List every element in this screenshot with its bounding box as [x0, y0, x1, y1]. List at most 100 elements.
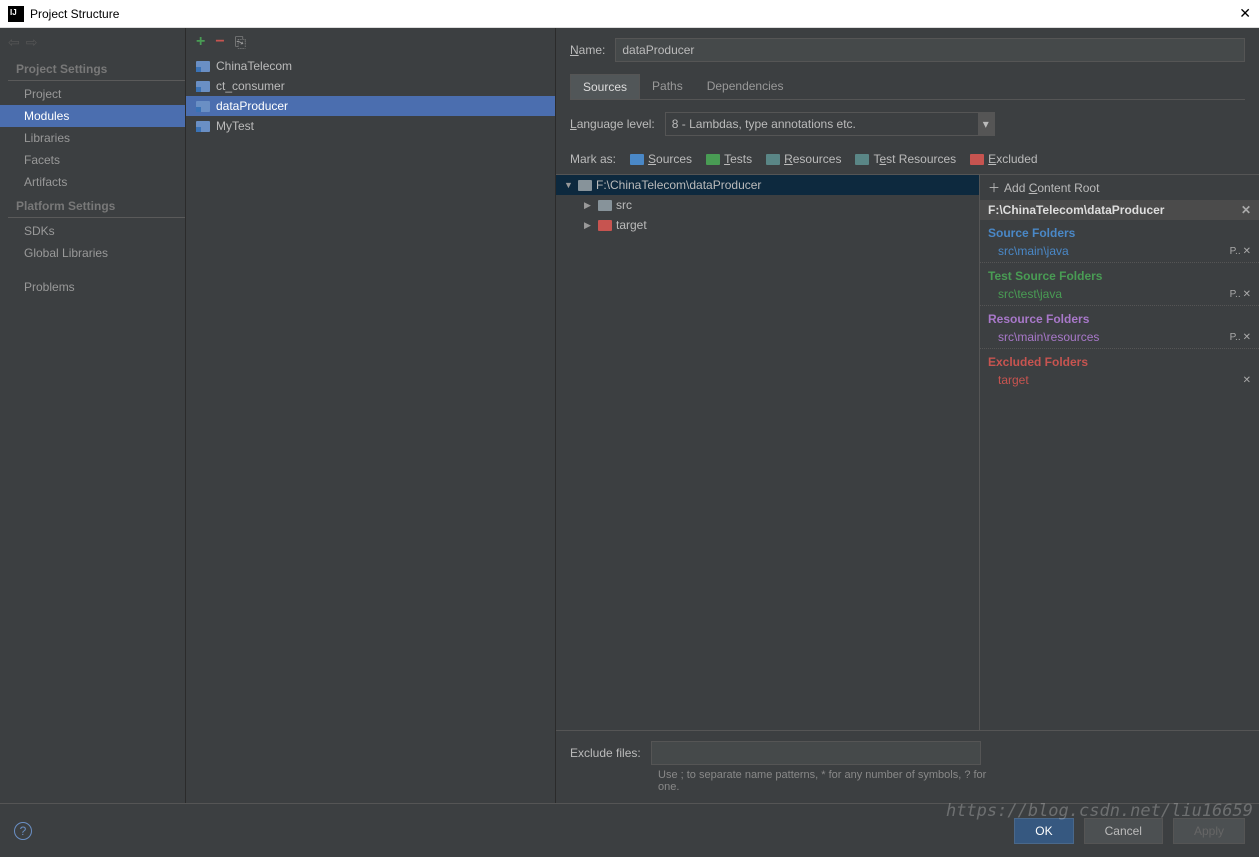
module-icon: [196, 121, 210, 132]
nav-heading-platform-settings: Platform Settings: [8, 195, 185, 218]
left-nav: ⇦ ⇨ Project Settings Project Modules Lib…: [0, 28, 186, 803]
nav-item-sdks[interactable]: SDKs: [0, 220, 185, 242]
add-content-root[interactable]: ＋ Add Content Root: [980, 175, 1259, 200]
chevron-down-icon: ▾: [978, 113, 994, 135]
nav-back-icon[interactable]: ⇦: [8, 34, 20, 51]
nav-item-problems[interactable]: Problems: [0, 276, 185, 298]
exclude-files-input[interactable]: [651, 741, 981, 765]
caret-right-icon[interactable]: ▶: [584, 220, 594, 231]
nav-item-facets[interactable]: Facets: [0, 149, 185, 171]
remove-icon[interactable]: ✕: [1243, 289, 1251, 300]
content-panel: Name: Sources Paths Dependencies Languag…: [556, 28, 1259, 803]
footer: ? OK Cancel Apply: [0, 803, 1259, 857]
tab-dependencies[interactable]: Dependencies: [695, 74, 796, 99]
folder-icon: [598, 220, 612, 231]
tree-item-label: target: [616, 218, 647, 232]
mark-excluded[interactable]: Excluded: [970, 152, 1037, 166]
folder-icon: [630, 154, 644, 165]
tree-root[interactable]: ▼ F:\ChinaTelecom\dataProducer: [556, 175, 979, 195]
remove-module-icon[interactable]: −: [215, 33, 224, 51]
mark-tests[interactable]: Tests: [706, 152, 752, 166]
module-row[interactable]: ct_consumer: [186, 76, 555, 96]
module-label: dataProducer: [216, 99, 288, 113]
name-input[interactable]: [615, 38, 1245, 62]
module-icon: [196, 81, 210, 92]
remove-icon[interactable]: ✕: [1243, 375, 1251, 386]
plus-icon: ＋: [988, 179, 1000, 196]
nav-item-global-libraries[interactable]: Global Libraries: [0, 242, 185, 264]
window-title: Project Structure: [30, 7, 119, 21]
tree-item-label: src: [616, 198, 632, 212]
remove-icon[interactable]: ✕: [1243, 246, 1251, 257]
caret-right-icon[interactable]: ▶: [584, 200, 594, 211]
folder-icon: [598, 200, 612, 211]
modules-panel: + − ⎘ ChinaTelecom ct_consumer dataProdu…: [186, 28, 556, 803]
content-root-path: F:\ChinaTelecom\dataProducer: [988, 203, 1164, 217]
section-source-folders: Source Folders: [980, 220, 1259, 242]
folder-icon: [766, 154, 780, 165]
tab-paths[interactable]: Paths: [640, 74, 695, 99]
app-icon: [8, 6, 24, 22]
tree-item[interactable]: ▶ target: [556, 215, 979, 235]
tab-sources[interactable]: Sources: [570, 74, 640, 99]
source-folder-path: src\main\java: [998, 244, 1069, 258]
nav-item-modules[interactable]: Modules: [0, 105, 185, 127]
resource-folder-path: src\main\resources: [998, 330, 1099, 344]
folder-icon: [706, 154, 720, 165]
add-module-icon[interactable]: +: [196, 33, 205, 51]
remove-icon[interactable]: ✕: [1243, 332, 1251, 343]
folder-icon: [970, 154, 984, 165]
exclude-files-label: Exclude files:: [570, 746, 641, 760]
nav-item-libraries[interactable]: Libraries: [0, 127, 185, 149]
module-icon: [196, 101, 210, 112]
module-icon: [196, 61, 210, 72]
ok-button[interactable]: OK: [1014, 818, 1073, 844]
nav-forward-icon[interactable]: ⇨: [26, 34, 38, 51]
titlebar: Project Structure ✕: [0, 0, 1259, 28]
module-label: ChinaTelecom: [216, 59, 292, 73]
module-label: ct_consumer: [216, 79, 285, 93]
module-label: MyTest: [216, 119, 254, 133]
language-level-value: 8 - Lambdas, type annotations etc.: [672, 117, 856, 131]
resource-folder-item[interactable]: src\main\resources P..✕: [980, 328, 1259, 349]
mark-test-resources[interactable]: Test Resources: [855, 152, 956, 166]
nav-item-artifacts[interactable]: Artifacts: [0, 171, 185, 193]
mark-sources[interactable]: Sources: [630, 152, 692, 166]
edit-icon[interactable]: P..: [1230, 289, 1241, 300]
close-icon[interactable]: ✕: [1239, 5, 1251, 22]
content-root-header: F:\ChinaTelecom\dataProducer ✕: [980, 200, 1259, 220]
source-tree: ▼ F:\ChinaTelecom\dataProducer ▶ src ▶ t…: [556, 175, 979, 730]
language-level-select[interactable]: 8 - Lambdas, type annotations etc. ▾: [665, 112, 995, 136]
test-folder-path: src\test\java: [998, 287, 1062, 301]
copy-module-icon[interactable]: ⎘: [235, 34, 246, 51]
content-roots-sidebar: ＋ Add Content Root F:\ChinaTelecom\dataP…: [979, 175, 1259, 730]
section-test-source-folders: Test Source Folders: [980, 263, 1259, 285]
folder-icon: [578, 180, 592, 191]
nav-heading-project-settings: Project Settings: [8, 58, 185, 81]
exclude-files-hint: Use ; to separate name patterns, * for a…: [658, 769, 988, 793]
tabs: Sources Paths Dependencies: [570, 74, 1245, 100]
edit-icon[interactable]: P..: [1230, 246, 1241, 257]
help-icon[interactable]: ?: [14, 822, 32, 840]
test-folder-item[interactable]: src\test\java P..✕: [980, 285, 1259, 306]
section-resource-folders: Resource Folders: [980, 306, 1259, 328]
folder-icon: [855, 154, 869, 165]
module-row[interactable]: MyTest: [186, 116, 555, 136]
edit-icon[interactable]: P..: [1230, 332, 1241, 343]
mark-as-label: Mark as:: [570, 152, 616, 166]
mark-resources[interactable]: Resources: [766, 152, 841, 166]
excluded-folder-item[interactable]: target ✕: [980, 371, 1259, 391]
tree-root-label: F:\ChinaTelecom\dataProducer: [596, 178, 761, 192]
cancel-button[interactable]: Cancel: [1084, 818, 1163, 844]
caret-down-icon[interactable]: ▼: [564, 180, 574, 190]
name-label: Name:: [570, 43, 605, 57]
excluded-folder-path: target: [998, 373, 1029, 387]
module-row[interactable]: dataProducer: [186, 96, 555, 116]
language-level-label: Language level:: [570, 117, 655, 131]
apply-button[interactable]: Apply: [1173, 818, 1245, 844]
tree-item[interactable]: ▶ src: [556, 195, 979, 215]
source-folder-item[interactable]: src\main\java P..✕: [980, 242, 1259, 263]
nav-item-project[interactable]: Project: [0, 83, 185, 105]
module-row[interactable]: ChinaTelecom: [186, 56, 555, 76]
remove-content-root-icon[interactable]: ✕: [1241, 203, 1251, 217]
